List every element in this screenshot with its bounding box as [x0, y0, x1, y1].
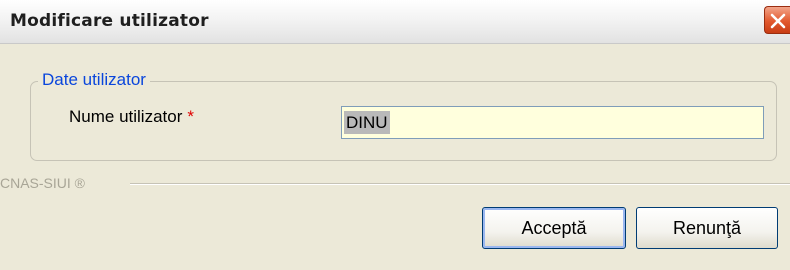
- accept-button[interactable]: Acceptă: [482, 207, 626, 249]
- window-title: Modificare utilizator: [10, 11, 209, 31]
- username-label-text: Nume utilizator: [69, 107, 183, 126]
- username-value[interactable]: DINU: [344, 111, 390, 134]
- title-bar: Modificare utilizator: [0, 0, 790, 44]
- close-icon: [770, 13, 786, 29]
- group-legend: Date utilizator: [38, 70, 150, 90]
- cancel-button[interactable]: Renunţă: [636, 207, 778, 249]
- username-label: Nume utilizator *: [69, 107, 194, 127]
- footer-separator: [130, 183, 790, 185]
- close-button[interactable]: [764, 6, 790, 34]
- footer-label: CNAS-SIUI ®: [0, 175, 93, 191]
- username-input[interactable]: [341, 106, 764, 139]
- modify-user-dialog: Modificare utilizator Date utilizator Nu…: [0, 0, 790, 270]
- required-asterisk: *: [187, 107, 194, 126]
